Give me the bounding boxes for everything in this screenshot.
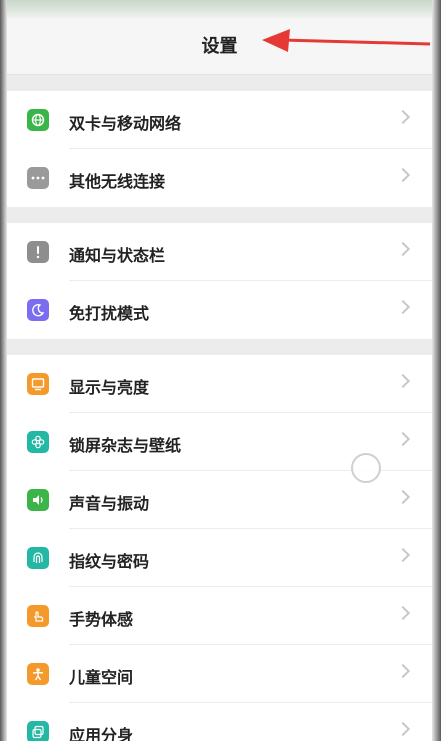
settings-item-dual-sim[interactable]: 双卡与移动网络 <box>7 91 432 149</box>
status-bar <box>7 0 432 18</box>
settings-item-do-not-disturb[interactable]: 免打扰模式 <box>7 281 432 339</box>
group-separator <box>7 339 432 355</box>
phone-screen: 设置 双卡与移动网络 其他无线连接 通知与状态栏 免打扰模式 显示与亮度 锁屏杂… <box>0 0 441 741</box>
settings-item-app-clone[interactable]: 应用分身 <box>7 703 432 741</box>
flower-icon <box>27 431 49 453</box>
settings-item-label: 指纹与密码 <box>69 552 150 571</box>
chevron-right-icon <box>395 431 411 447</box>
settings-item-kids-space[interactable]: 儿童空间 <box>7 645 432 703</box>
hand-icon <box>27 605 49 627</box>
exclamation-icon <box>27 241 49 263</box>
settings-item-label: 免打扰模式 <box>69 304 150 323</box>
chevron-right-icon <box>395 299 411 315</box>
settings-item-label: 通知与状态栏 <box>69 246 166 265</box>
chevron-right-icon <box>395 547 411 563</box>
group-separator <box>7 207 432 223</box>
chevron-right-icon <box>395 489 411 505</box>
chevron-right-icon <box>395 721 411 737</box>
display-icon <box>27 373 49 395</box>
fingerprint-icon <box>27 547 49 569</box>
chevron-right-icon <box>395 241 411 257</box>
settings-item-label: 儿童空间 <box>69 668 134 687</box>
settings-item-label: 显示与亮度 <box>69 378 150 397</box>
globe-icon <box>27 109 49 131</box>
chevron-right-icon <box>395 605 411 621</box>
settings-item-label: 其他无线连接 <box>69 172 166 191</box>
settings-item-label: 应用分身 <box>69 726 134 741</box>
chevron-right-icon <box>395 109 411 125</box>
red-arrow-annotation-icon <box>262 29 431 52</box>
chevron-right-icon <box>395 373 411 389</box>
more-dots-icon <box>27 167 49 189</box>
settings-item-label: 锁屏杂志与壁纸 <box>69 436 182 455</box>
settings-item-fingerprint-password[interactable]: 指纹与密码 <box>7 529 432 587</box>
settings-list: 双卡与移动网络 其他无线连接 通知与状态栏 免打扰模式 显示与亮度 锁屏杂志与壁… <box>7 75 432 741</box>
settings-item-label: 手势体感 <box>69 610 134 629</box>
photo-edge-left <box>0 0 7 741</box>
settings-item-gestures[interactable]: 手势体感 <box>7 587 432 645</box>
settings-item-display[interactable]: 显示与亮度 <box>7 355 432 413</box>
settings-item-notifications[interactable]: 通知与状态栏 <box>7 223 432 281</box>
chevron-right-icon <box>395 167 411 183</box>
settings-item-label: 双卡与移动网络 <box>69 114 182 133</box>
child-icon <box>27 663 49 685</box>
moon-icon <box>27 299 49 321</box>
settings-item-label: 声音与振动 <box>69 494 150 513</box>
photo-edge-right <box>432 0 441 741</box>
group-separator <box>7 75 432 91</box>
floating-assistive-ball[interactable] <box>351 453 381 483</box>
speaker-icon <box>27 489 49 511</box>
chevron-right-icon <box>395 663 411 679</box>
settings-item-other-wireless[interactable]: 其他无线连接 <box>7 149 432 207</box>
app-clone-icon <box>27 721 49 741</box>
